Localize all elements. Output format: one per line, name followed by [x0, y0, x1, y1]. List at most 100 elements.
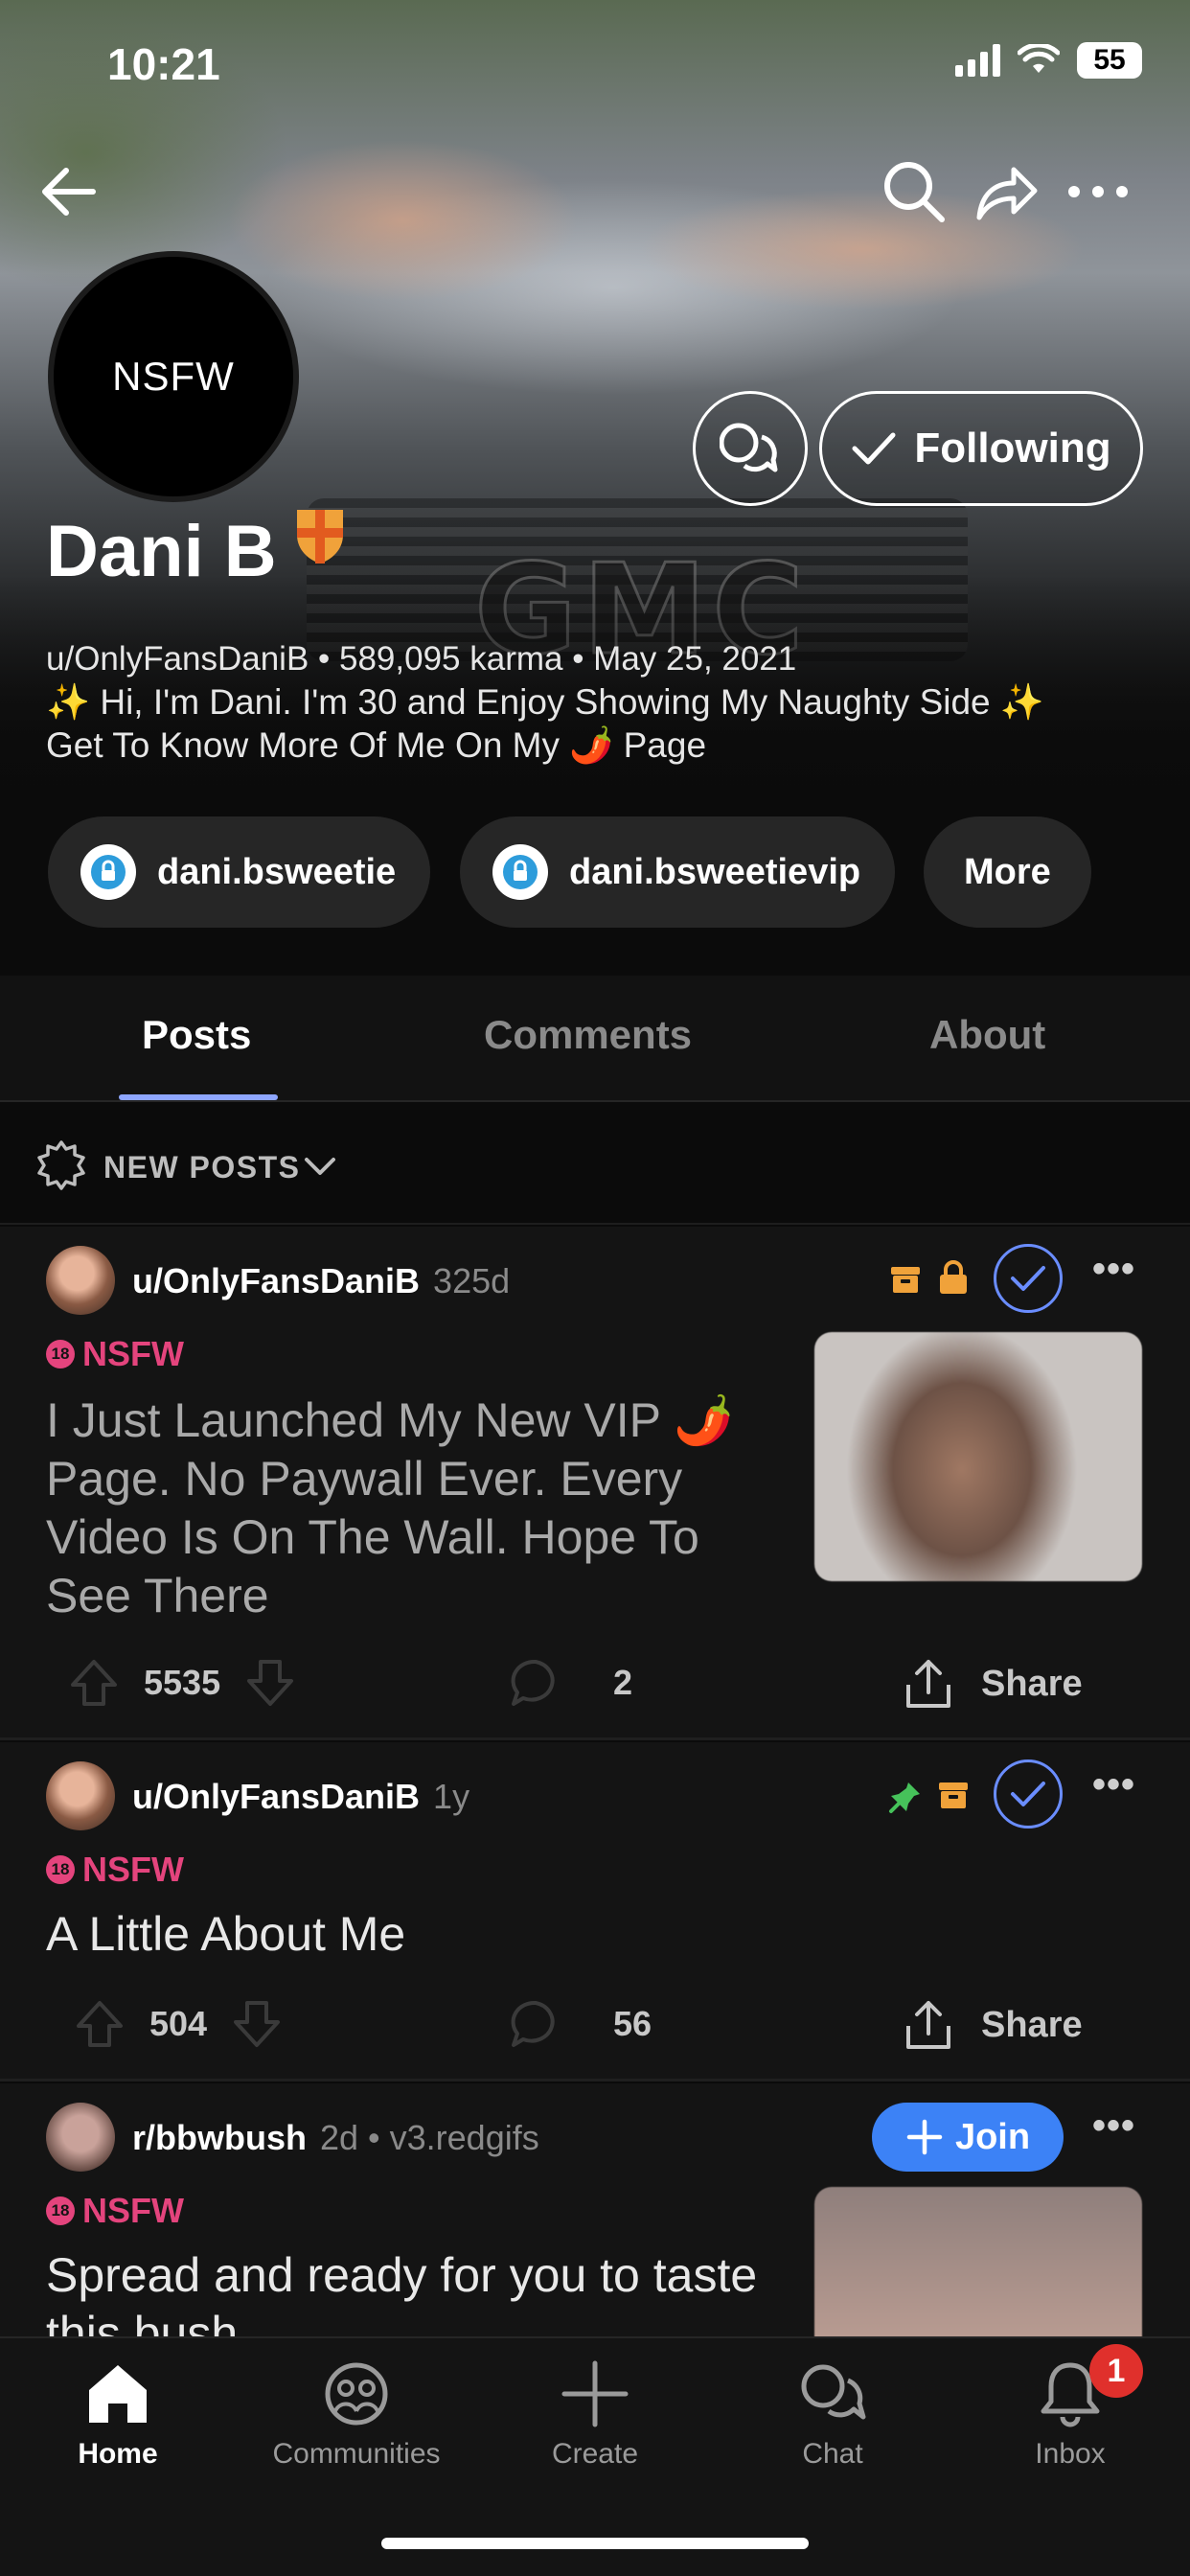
- share-button[interactable]: Share: [901, 1997, 1083, 2053]
- tab-about[interactable]: About: [929, 1012, 1045, 1058]
- author-avatar[interactable]: [46, 1246, 115, 1315]
- post-community[interactable]: r/bbwbush 2d • v3.redgifs: [132, 2118, 539, 2158]
- post-age: 2d • v3.redgifs: [320, 2118, 539, 2157]
- post-author-name: u/OnlyFansDaniB: [132, 1777, 421, 1816]
- back-arrow-icon[interactable]: [31, 153, 107, 230]
- status-indicators: 55: [955, 42, 1142, 79]
- battery-icon: 55: [1077, 42, 1142, 79]
- upvote-icon[interactable]: [67, 1656, 121, 1710]
- downvote-icon[interactable]: [243, 1656, 297, 1710]
- mod-approve-button[interactable]: [994, 1760, 1063, 1828]
- post-thumbnail[interactable]: [814, 1332, 1142, 1581]
- post-age: 1y: [433, 1777, 470, 1816]
- mod-approve-button[interactable]: [994, 1244, 1063, 1313]
- community-name: r/bbwbush: [132, 2118, 307, 2157]
- post-more-icon[interactable]: •••: [1092, 2104, 1135, 2148]
- more-options-icon[interactable]: [1060, 153, 1136, 230]
- nsfw-label: NSFW: [82, 1850, 184, 1889]
- vote-bar: 504: [73, 1997, 284, 2051]
- social-link-chip[interactable]: dani.bsweetievip: [460, 816, 896, 928]
- upvote-icon[interactable]: [73, 1997, 126, 2051]
- lock-icon: [940, 1260, 967, 1294]
- post-age: 325d: [433, 1261, 511, 1300]
- chat-icon: [720, 423, 778, 472]
- archive-icon: [939, 1782, 968, 1808]
- post-thumbnail[interactable]: [814, 2187, 1142, 2336]
- nav-inbox-label: Inbox: [1035, 2438, 1106, 2470]
- more-links-label: More: [964, 851, 1051, 892]
- comment-icon: [511, 1659, 555, 1706]
- profile-meta: u/OnlyFansDaniB • 589,095 karma • May 25…: [46, 640, 797, 678]
- nav-communities-label: Communities: [272, 2438, 441, 2470]
- share-profile-icon[interactable]: [968, 153, 1044, 230]
- onlyfans-lock-icon: [492, 844, 548, 900]
- post-card[interactable]: u/OnlyFansDaniB 325d ••• 18 NSFW I Just L…: [0, 1227, 1190, 1740]
- sort-bar[interactable]: NEW POSTS: [0, 1104, 1190, 1225]
- profile-avatar[interactable]: NSFW: [48, 251, 299, 502]
- nsfw-tag: 18 NSFW: [46, 2191, 184, 2231]
- tab-comments[interactable]: Comments: [484, 1012, 692, 1058]
- upload-share-icon: [906, 1660, 950, 1708]
- nav-home[interactable]: Home: [8, 2359, 228, 2471]
- author-avatar[interactable]: [46, 1761, 115, 1830]
- checkmark-icon: [1011, 1782, 1045, 1806]
- post-title[interactable]: I Just Launched My New VIP 🌶️ Page. No P…: [46, 1392, 784, 1625]
- home-icon: [89, 2365, 147, 2423]
- moderator-shield-icon: [297, 510, 343, 564]
- nsfw-label: NSFW: [82, 2191, 184, 2230]
- start-chat-button[interactable]: [693, 391, 808, 506]
- comment-count: 56: [613, 2004, 652, 2043]
- post-author[interactable]: u/OnlyFansDaniB 325d: [132, 1261, 510, 1301]
- home-indicator: [381, 2538, 809, 2549]
- more-links-button[interactable]: More: [924, 816, 1091, 928]
- social-link-label: dani.bsweetie: [157, 851, 397, 892]
- post-title[interactable]: Spread and ready for you to taste this b…: [46, 2246, 784, 2336]
- social-link-label: dani.bsweetievip: [569, 851, 861, 892]
- archive-icon: [891, 1267, 920, 1293]
- nav-create-label: Create: [551, 2438, 639, 2470]
- chat-icon: [801, 2364, 866, 2420]
- plus-icon: [561, 2360, 629, 2427]
- communities-icon: [325, 2362, 388, 2426]
- share-button[interactable]: Share: [901, 1656, 1083, 1712]
- profile-bio-line-1: ✨ Hi, I'm Dani. I'm 30 and Enjoy Showing…: [46, 682, 1044, 722]
- profile-bio-line-2: Get To Know More Of Me On My 🌶️ Page: [46, 725, 707, 765]
- active-tab-indicator: [119, 1094, 278, 1100]
- post-author[interactable]: u/OnlyFansDaniB 1y: [132, 1777, 469, 1817]
- post-card[interactable]: r/bbwbush 2d • v3.redgifs Join ••• 18 NSF…: [0, 2083, 1190, 2336]
- post-card[interactable]: u/OnlyFansDaniB 1y ••• 18 NSFW A Little A…: [0, 1742, 1190, 2082]
- post-title[interactable]: A Little About Me: [46, 1905, 1100, 1964]
- comments-button[interactable]: 56: [508, 1997, 652, 2051]
- post-more-icon[interactable]: •••: [1092, 1763, 1135, 1806]
- downvote-icon[interactable]: [230, 1997, 284, 2051]
- profile-tabs: Posts Comments About: [0, 976, 1190, 1102]
- upload-share-icon: [906, 2001, 950, 2049]
- status-time: 10:21: [107, 39, 220, 89]
- join-label: Join: [954, 2116, 1031, 2157]
- join-button[interactable]: Join: [872, 2103, 1064, 2172]
- post-author-name: u/OnlyFansDaniB: [132, 1261, 421, 1300]
- nsfw-18-icon: 18: [46, 2196, 75, 2225]
- following-button[interactable]: Following: [819, 391, 1143, 506]
- nav-communities[interactable]: Communities: [246, 2359, 467, 2471]
- comments-button[interactable]: 2: [508, 1656, 632, 1710]
- new-sort-icon: [37, 1140, 85, 1190]
- vote-score: 5535: [144, 1663, 221, 1702]
- nav-inbox[interactable]: Inbox: [960, 2359, 1180, 2471]
- chevron-down-icon: [305, 1158, 335, 1175]
- nav-chat[interactable]: Chat: [722, 2359, 943, 2471]
- nav-chat-label: Chat: [802, 2438, 863, 2470]
- nav-create[interactable]: Create: [485, 2359, 705, 2471]
- share-label: Share: [981, 2004, 1083, 2045]
- inbox-badge: 1: [1089, 2344, 1143, 2398]
- community-avatar[interactable]: [46, 2103, 115, 2172]
- post-more-icon[interactable]: •••: [1092, 1248, 1135, 1291]
- checkmark-icon: [1011, 1266, 1045, 1291]
- pin-icon: [889, 1782, 920, 1813]
- social-link-chip[interactable]: dani.bsweetie: [48, 816, 431, 928]
- tab-posts[interactable]: Posts: [142, 1012, 251, 1058]
- search-icon[interactable]: [876, 153, 952, 230]
- share-label: Share: [981, 1663, 1083, 1704]
- nsfw-label: NSFW: [82, 1334, 184, 1373]
- signal-icon: [955, 44, 1000, 77]
